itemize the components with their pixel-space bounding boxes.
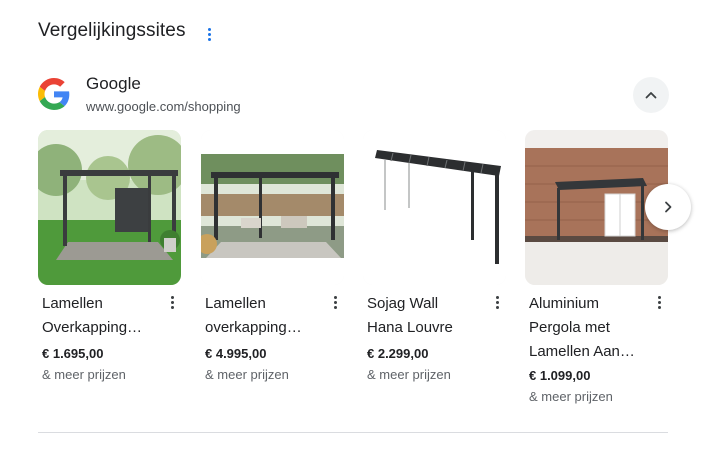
- product-title[interactable]: Aluminium Pergola met Lamellen Aan…: [529, 292, 647, 364]
- source-url[interactable]: www.google.com/shopping: [86, 99, 241, 114]
- section-title: Vergelijkingssites: [38, 20, 186, 41]
- more-vert-icon[interactable]: [491, 294, 503, 310]
- chevron-up-icon: [645, 92, 657, 99]
- pergola-garden-image: [38, 130, 181, 285]
- product-title[interactable]: Sojag Wall Hana Louvre: [367, 292, 485, 340]
- more-prices-link[interactable]: & meer prijzen: [205, 367, 289, 382]
- more-vert-icon[interactable]: [166, 294, 178, 310]
- more-prices-link[interactable]: & meer prijzen: [367, 367, 451, 382]
- product-title-line: Overkapping…: [42, 319, 143, 336]
- product-title[interactable]: Lamellen Overkapping…: [42, 292, 160, 340]
- product-price: € 1.695,00: [42, 346, 104, 361]
- source-name[interactable]: Google: [86, 74, 141, 94]
- more-prices-link[interactable]: & meer prijzen: [529, 389, 613, 404]
- collapse-button[interactable]: [633, 77, 669, 113]
- pergola-patio-image: [201, 130, 344, 285]
- chevron-right-icon: [665, 201, 672, 213]
- product-title-line: Hana Louvre: [367, 319, 453, 336]
- product-title-line: overkapping…: [205, 319, 302, 336]
- product-title-line: Pergola met: [529, 319, 610, 336]
- product-title-line: Sojag Wall: [367, 295, 439, 312]
- section-more-vert-icon[interactable]: [202, 26, 216, 42]
- product-title-line: Lamellen: [42, 295, 103, 312]
- product-price: € 4.995,00: [205, 346, 267, 361]
- product-image[interactable]: [363, 130, 506, 285]
- carousel-next-button[interactable]: [645, 184, 691, 230]
- more-prices-link[interactable]: & meer prijzen: [42, 367, 126, 382]
- more-vert-icon[interactable]: [653, 294, 665, 310]
- divider: [38, 432, 668, 433]
- product-price: € 2.299,00: [367, 346, 429, 361]
- google-logo-icon: [38, 78, 70, 110]
- wall-pergola-image: [363, 130, 506, 285]
- product-price: € 1.099,00: [529, 368, 591, 383]
- product-title[interactable]: Lamellen overkapping…: [205, 292, 323, 340]
- product-title-line: Aluminium: [529, 295, 600, 312]
- product-title-line: Lamellen: [205, 295, 266, 312]
- product-image[interactable]: [201, 130, 344, 285]
- more-vert-icon[interactable]: [329, 294, 341, 310]
- product-image[interactable]: [38, 130, 181, 285]
- product-title-line: Lamellen Aan…: [529, 343, 635, 360]
